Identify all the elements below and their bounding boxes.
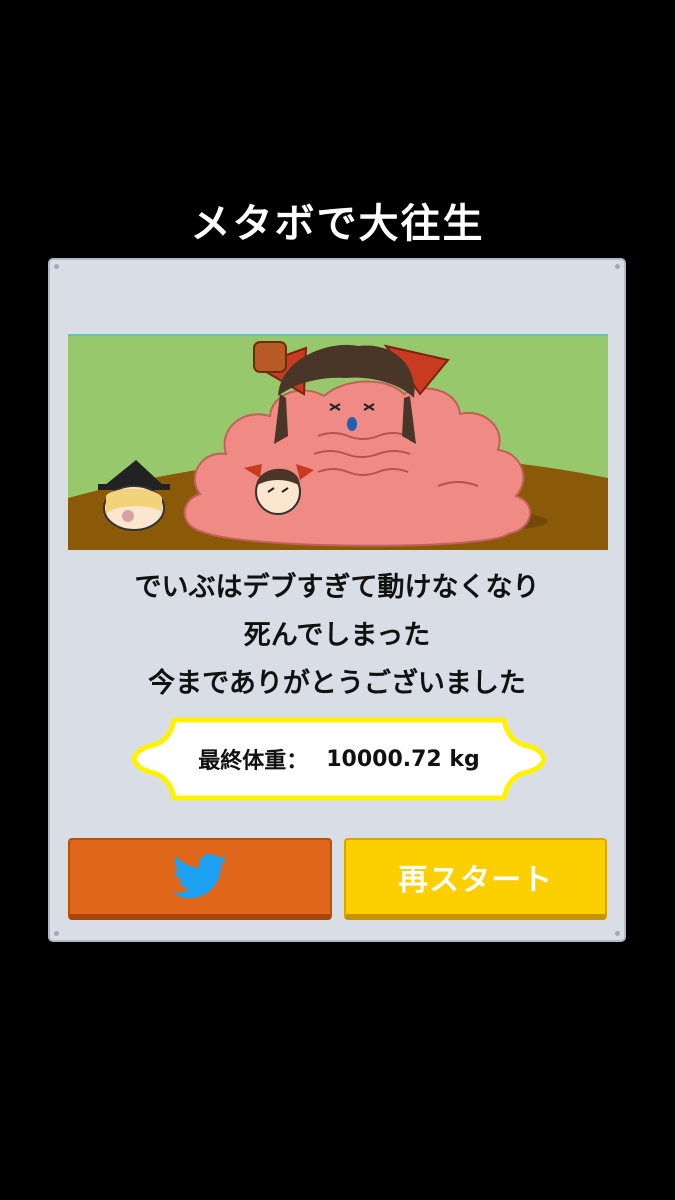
- message-line: 死んでしまった: [243, 620, 431, 651]
- final-weight-text: 最終体重： 10000.72 kg: [130, 716, 548, 802]
- tweet-button[interactable]: [68, 838, 332, 920]
- restart-button-label: 再スタート: [398, 863, 553, 898]
- open-mouth: [347, 417, 357, 431]
- small-hat: [253, 341, 287, 373]
- game-over-message: でいぶはデブすぎて動けなくなり 死んでしまった 今までありがとうございました: [50, 564, 624, 708]
- panel-rivet: [615, 931, 620, 936]
- witch-mouth: [122, 510, 134, 522]
- message-line: 今までありがとうございました: [148, 668, 526, 699]
- final-weight-badge: 最終体重： 10000.72 kg: [130, 716, 548, 802]
- result-panel: でいぶはデブすぎて動けなくなり 死んでしまった 今までありがとうございました 最…: [48, 258, 626, 942]
- restart-button[interactable]: 再スタート: [344, 838, 607, 920]
- panel-rivet: [54, 931, 59, 936]
- panel-rivet: [615, 264, 620, 269]
- final-weight-value: 10000.72 kg: [326, 746, 480, 772]
- game-over-illustration: [68, 334, 608, 550]
- panel-rivet: [54, 264, 59, 269]
- illustration-svg: [68, 336, 608, 550]
- message-line: でいぶはデブすぎて動けなくなり: [134, 572, 540, 603]
- final-weight-label: 最終体重：: [198, 749, 309, 774]
- twitter-bird-icon: [172, 854, 227, 899]
- page-title: メタボで大往生: [190, 201, 485, 247]
- game-over-screen: メタボで大往生 でいぶはデブすぎて動けなくなり 死んでしまった 今までありがとう…: [0, 0, 675, 1200]
